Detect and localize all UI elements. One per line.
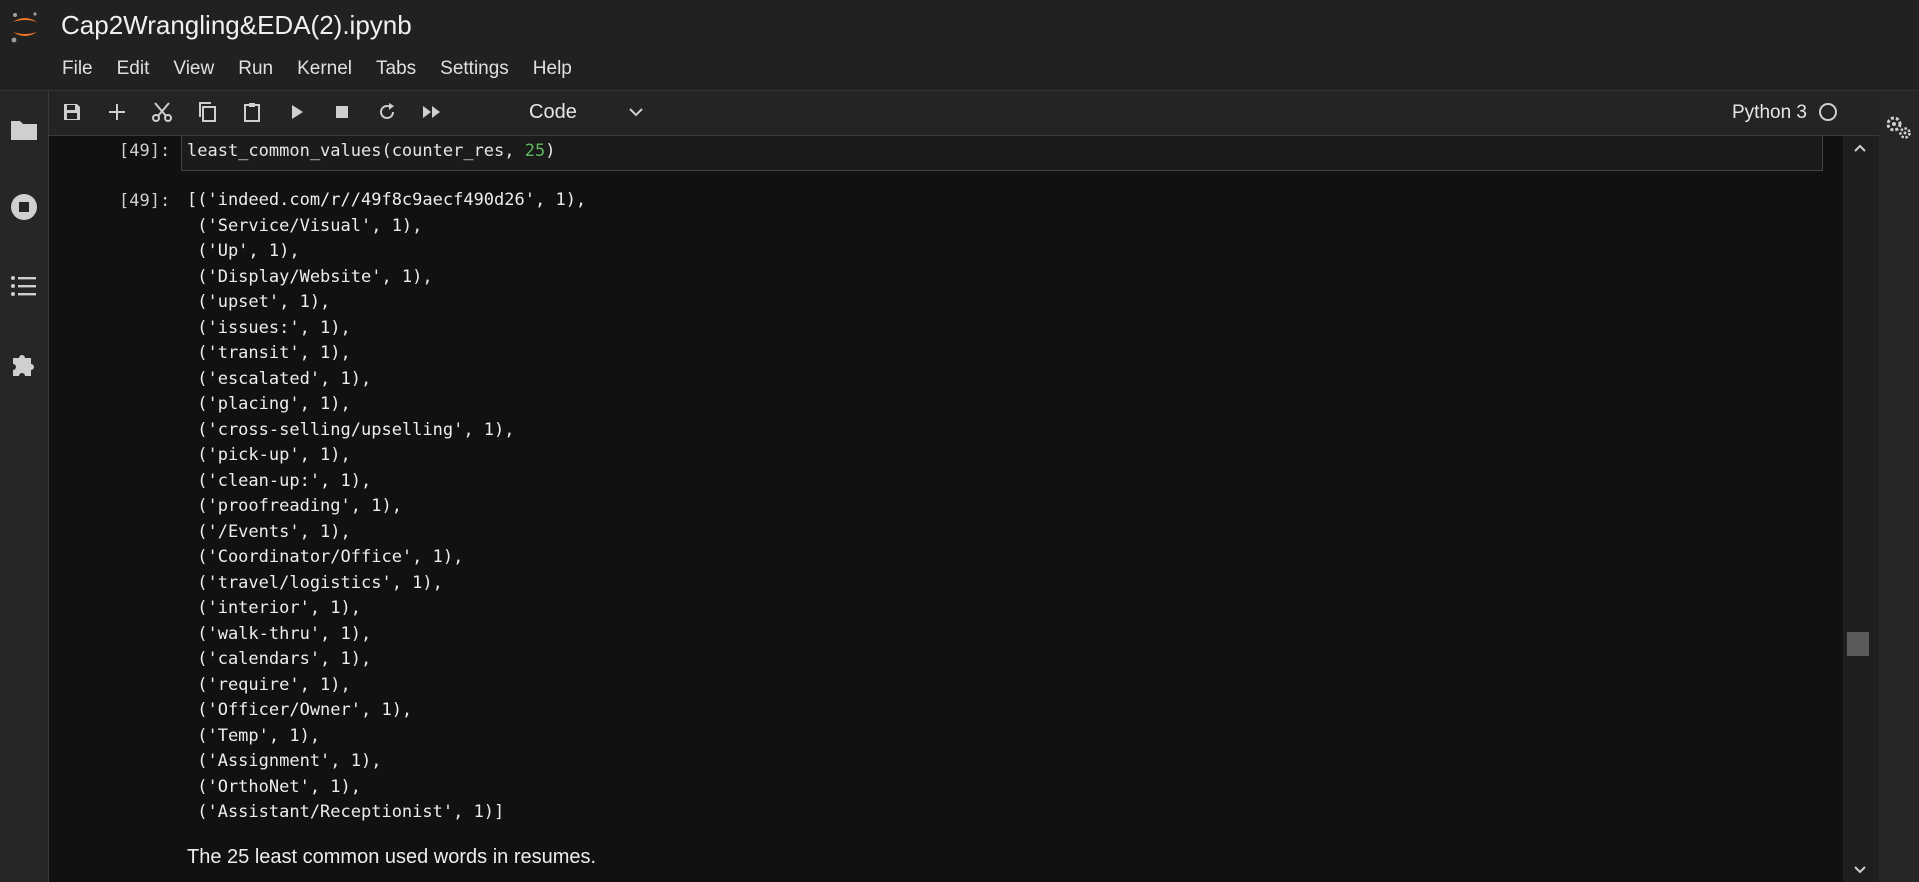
output-line: ('proofreading', 1), [187,496,402,516]
scrollbar-thumb[interactable] [1847,632,1869,656]
save-icon [64,104,80,120]
output-line: ('Service/Visual', 1), [187,215,423,236]
restart-run-all-button[interactable] [421,101,447,127]
menu-edit[interactable]: Edit [105,56,162,84]
output-line: ('calendars', 1), [187,649,372,669]
play-icon [292,105,303,119]
extension-icon[interactable] [9,349,39,379]
notebook-panel: [49]: least_common_values(counter_res, 2… [49,136,1843,882]
output-line: ('issues:', 1), [187,317,351,338]
cut-button[interactable] [151,101,177,127]
menu-run[interactable]: Run [226,56,285,84]
scroll-up-icon[interactable] [1853,142,1867,154]
kernel-status-icon [1819,103,1837,121]
save-button[interactable] [61,101,87,127]
output-line: ('upset', 1), [187,292,331,312]
cell-output: [('indeed.com/r//49f8c9aecf490d26', 1), … [187,188,586,826]
code-number: 25 [524,141,546,161]
paste-icon [244,103,260,122]
left-sidebar [0,91,49,882]
vertical-scrollbar[interactable] [1843,136,1879,882]
output-line: ('placing', 1), [187,394,351,414]
title-bar: Cap2Wrangling&EDA(2).ipynb File Edit Vie… [0,0,1919,91]
output-line: ('Display/Website', 1), [187,266,433,287]
property-inspector-icon[interactable] [1885,113,1913,141]
output-line: ('Up', 1), [187,241,300,261]
chevron-down-icon [629,108,643,117]
run-button[interactable] [286,101,312,127]
scissors-icon [152,102,172,122]
jupyter-logo-icon[interactable] [10,10,40,44]
output-line: ('require', 1), [187,674,351,695]
kernel-name[interactable]: Python 3 [1732,102,1807,124]
output-line: ('Assistant/Receptionist', 1)] [187,802,505,822]
folder-icon[interactable] [9,115,39,145]
restart-button[interactable] [376,101,402,127]
code-close: ) [545,141,556,161]
menu-kernel[interactable]: Kernel [285,56,364,84]
refresh-icon [380,103,394,119]
output-line: ('/Events', 1), [187,521,351,542]
add-cell-button[interactable] [106,101,132,127]
output-line: ('Assignment', 1), [187,751,382,771]
output-line: ('escalated', 1), [187,368,372,389]
output-line: [('indeed.com/r//49f8c9aecf490d26', 1), [187,190,587,210]
fast-forward-icon [423,106,440,118]
notebook-toolbar: Code Python 3 [49,91,1879,136]
markdown-cell[interactable]: The 25 least common used words in resume… [187,846,596,869]
output-line: ('walk-thru', 1), [187,623,372,644]
menu-bar: File Edit View Run Kernel Tabs Settings … [50,56,584,86]
cell-type-dropdown[interactable]: Code [513,95,653,129]
output-line: ('interior', 1), [187,598,361,618]
output-line: ('Temp', 1), [187,725,321,746]
plus-icon [109,104,125,120]
code-text[interactable]: least_common_values(counter_res, 25) [187,141,556,161]
paste-button[interactable] [241,101,267,127]
notebook-title[interactable]: Cap2Wrangling&EDA(2).ipynb [61,10,412,41]
stop-icon [336,106,348,118]
output-line: ('cross-selling/upselling', 1), [187,419,515,440]
menu-settings[interactable]: Settings [428,56,521,84]
output-line: ('clean-up:', 1), [187,470,372,491]
output-line: ('Coordinator/Office', 1), [187,547,464,567]
output-line: ('Officer/Owner', 1), [187,700,413,720]
output-line: ('OrthoNet', 1), [187,776,361,797]
menu-view[interactable]: View [161,56,226,84]
toc-icon[interactable] [9,271,39,301]
menu-help[interactable]: Help [521,56,584,84]
copy-icon [199,102,216,122]
menu-file[interactable]: File [50,56,105,84]
output-line: ('travel/logistics', 1), [187,572,443,593]
output-prompt: [49]: [119,191,171,211]
right-sidebar [1878,91,1919,882]
code-call: least_common_values(counter_res, [187,141,525,161]
copy-button[interactable] [196,101,222,127]
interrupt-button[interactable] [331,101,357,127]
menu-tabs[interactable]: Tabs [364,56,428,84]
running-icon[interactable] [9,192,39,222]
output-line: ('pick-up', 1), [187,445,351,465]
scroll-down-icon[interactable] [1853,864,1867,876]
output-line: ('transit', 1), [187,343,351,363]
input-prompt: [49]: [119,141,171,161]
cell-type-label: Code [529,100,577,123]
